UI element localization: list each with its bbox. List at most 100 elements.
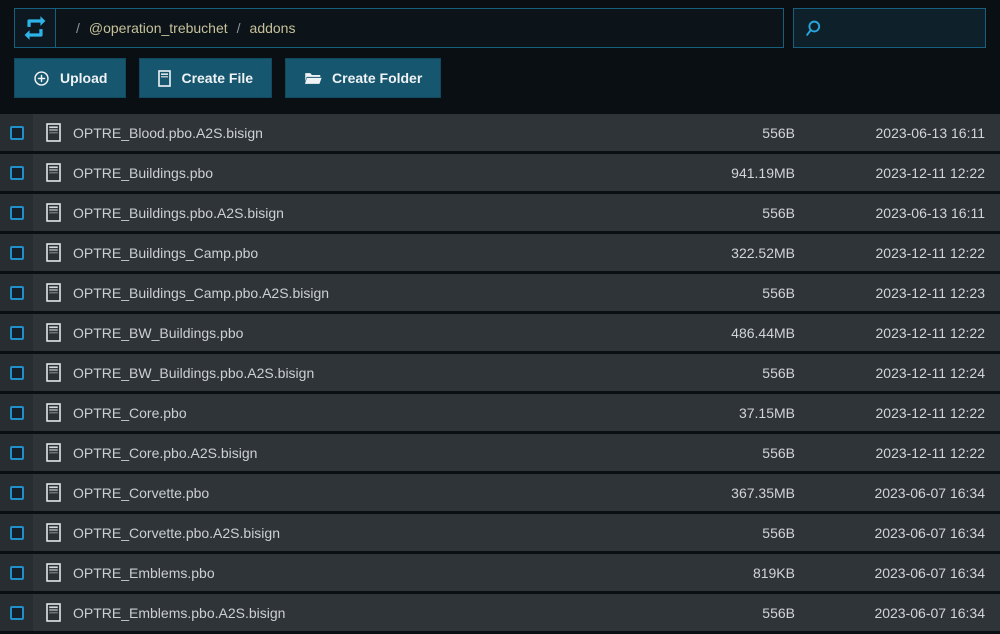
file-row[interactable]: OPTRE_Emblems.pbo.A2S.bisign 556B 2023-0…	[0, 594, 1000, 631]
file-icon-cell	[33, 523, 73, 542]
row-checkbox-cell[interactable]	[0, 194, 33, 231]
file-size: 37.15MB	[645, 405, 795, 421]
row-checkbox[interactable]	[10, 406, 24, 420]
file-size: 556B	[645, 365, 795, 381]
file-size: 367.35MB	[645, 485, 795, 501]
file-icon-cell	[33, 243, 73, 262]
file-name: OPTRE_Corvette.pbo.A2S.bisign	[73, 525, 645, 541]
file-icon	[46, 603, 61, 622]
row-checkbox[interactable]	[10, 286, 24, 300]
row-checkbox[interactable]	[10, 606, 24, 620]
file-row[interactable]: OPTRE_Buildings_Camp.pbo.A2S.bisign 556B…	[0, 274, 1000, 311]
row-checkbox-cell[interactable]	[0, 594, 33, 631]
row-checkbox[interactable]	[10, 366, 24, 380]
row-checkbox[interactable]	[10, 206, 24, 220]
row-checkbox-cell[interactable]	[0, 274, 33, 311]
row-checkbox[interactable]	[10, 526, 24, 540]
file-row[interactable]: OPTRE_BW_Buildings.pbo 486.44MB 2023-12-…	[0, 314, 1000, 351]
file-icon	[46, 243, 61, 262]
row-checkbox-cell[interactable]	[0, 114, 33, 151]
file-modified-date: 2023-12-11 12:22	[795, 165, 1000, 181]
file-modified-date: 2023-06-07 16:34	[795, 605, 1000, 621]
file-modified-date: 2023-06-07 16:34	[795, 525, 1000, 541]
file-row[interactable]: OPTRE_Buildings.pbo.A2S.bisign 556B 2023…	[0, 194, 1000, 231]
file-size: 941.19MB	[645, 165, 795, 181]
row-checkbox-cell[interactable]	[0, 514, 33, 551]
create-folder-button-label: Create Folder	[332, 70, 422, 86]
file-icon-cell	[33, 203, 73, 222]
row-checkbox[interactable]	[10, 566, 24, 580]
file-icon	[46, 403, 61, 422]
file-icon-cell	[33, 483, 73, 502]
file-icon	[46, 323, 61, 342]
panel-logo[interactable]	[15, 9, 56, 47]
create-folder-button[interactable]: Create Folder	[285, 58, 441, 98]
row-checkbox[interactable]	[10, 446, 24, 460]
file-row[interactable]: OPTRE_BW_Buildings.pbo.A2S.bisign 556B 2…	[0, 354, 1000, 391]
file-icon-cell	[33, 363, 73, 382]
file-size: 556B	[645, 525, 795, 541]
file-size: 556B	[645, 205, 795, 221]
search-input[interactable]	[831, 19, 975, 37]
file-modified-date: 2023-12-11 12:22	[795, 245, 1000, 261]
row-checkbox-cell[interactable]	[0, 394, 33, 431]
file-icon	[46, 523, 61, 542]
file-row[interactable]: OPTRE_Blood.pbo.A2S.bisign 556B 2023-06-…	[0, 114, 1000, 151]
file-icon	[46, 163, 61, 182]
file-icon	[46, 283, 61, 302]
file-modified-date: 2023-12-11 12:22	[795, 445, 1000, 461]
file-row[interactable]: OPTRE_Buildings.pbo 941.19MB 2023-12-11 …	[0, 154, 1000, 191]
row-checkbox[interactable]	[10, 166, 24, 180]
file-name: OPTRE_Core.pbo	[73, 405, 645, 421]
file-icon	[46, 443, 61, 462]
row-checkbox[interactable]	[10, 486, 24, 500]
row-checkbox-cell[interactable]	[0, 434, 33, 471]
breadcrumb-separator: /	[237, 20, 241, 36]
create-file-button-label: Create File	[181, 70, 253, 86]
row-checkbox-cell[interactable]	[0, 474, 33, 511]
row-checkbox[interactable]	[10, 246, 24, 260]
breadcrumb-segment-root-dir[interactable]: @operation_trebuchet	[89, 20, 228, 36]
row-checkbox[interactable]	[10, 326, 24, 340]
file-name: OPTRE_Blood.pbo.A2S.bisign	[73, 125, 645, 141]
file-size: 556B	[645, 605, 795, 621]
file-row[interactable]: OPTRE_Emblems.pbo 819KB 2023-06-07 16:34	[0, 554, 1000, 591]
search-box[interactable]	[793, 8, 986, 48]
row-checkbox[interactable]	[10, 126, 24, 140]
file-icon	[46, 123, 61, 142]
file-row[interactable]: OPTRE_Corvette.pbo.A2S.bisign 556B 2023-…	[0, 514, 1000, 551]
file-icon-cell	[33, 403, 73, 422]
top-bar: / @operation_trebuchet / addons	[0, 0, 1000, 48]
file-size: 556B	[645, 285, 795, 301]
file-icon-cell	[33, 443, 73, 462]
file-row[interactable]: OPTRE_Buildings_Camp.pbo 322.52MB 2023-1…	[0, 234, 1000, 271]
file-icon-cell	[33, 603, 73, 622]
file-modified-date: 2023-12-11 12:23	[795, 285, 1000, 301]
file-size: 486.44MB	[645, 325, 795, 341]
file-size: 322.52MB	[645, 245, 795, 261]
row-checkbox-cell[interactable]	[0, 314, 33, 351]
row-checkbox-cell[interactable]	[0, 354, 33, 391]
file-icon-cell	[33, 563, 73, 582]
upload-button[interactable]: Upload	[14, 58, 126, 98]
file-row[interactable]: OPTRE_Core.pbo 37.15MB 2023-12-11 12:22	[0, 394, 1000, 431]
upload-icon	[33, 70, 50, 87]
file-size: 819KB	[645, 565, 795, 581]
file-row[interactable]: OPTRE_Core.pbo.A2S.bisign 556B 2023-12-1…	[0, 434, 1000, 471]
breadcrumb-segment-current-dir[interactable]: addons	[250, 20, 296, 36]
file-icon	[46, 563, 61, 582]
file-modified-date: 2023-06-07 16:34	[795, 485, 1000, 501]
breadcrumb: / @operation_trebuchet / addons	[56, 9, 783, 47]
file-modified-date: 2023-06-13 16:11	[795, 125, 1000, 141]
file-modified-date: 2023-12-11 12:24	[795, 365, 1000, 381]
row-checkbox-cell[interactable]	[0, 154, 33, 191]
file-row[interactable]: OPTRE_Corvette.pbo 367.35MB 2023-06-07 1…	[0, 474, 1000, 511]
row-checkbox-cell[interactable]	[0, 554, 33, 591]
panel-logo-icon	[22, 15, 48, 41]
folder-icon	[304, 71, 322, 86]
create-file-button[interactable]: Create File	[139, 58, 272, 98]
file-icon-cell	[33, 163, 73, 182]
file-list: OPTRE_Blood.pbo.A2S.bisign 556B 2023-06-…	[0, 114, 1000, 631]
file-name: OPTRE_Buildings.pbo.A2S.bisign	[73, 205, 645, 221]
row-checkbox-cell[interactable]	[0, 234, 33, 271]
